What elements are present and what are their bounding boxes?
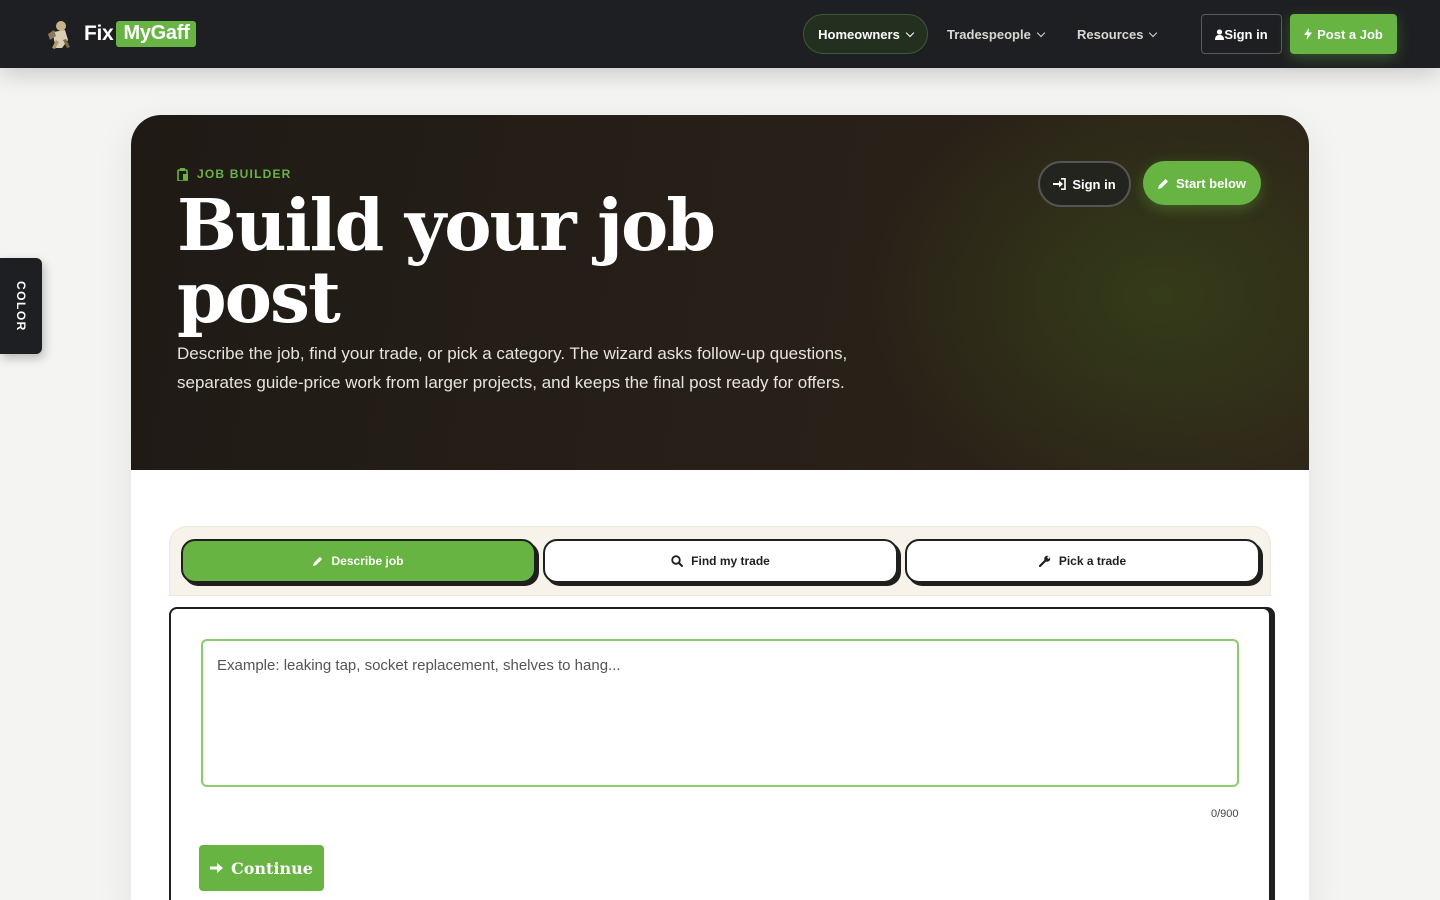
brand-name-prefix: Fix	[84, 22, 114, 45]
brand-logo[interactable]: Fix MyGaff	[44, 18, 197, 50]
nav-tradespeople-label: Tradespeople	[947, 26, 1031, 42]
chevron-down-icon	[1036, 28, 1046, 37]
color-tab-label: COLOR	[14, 280, 28, 332]
bolt-icon	[1304, 28, 1313, 40]
sign-in-icon	[1053, 178, 1067, 190]
arrow-right-icon	[210, 863, 224, 873]
user-icon	[1215, 28, 1225, 40]
wrench-icon	[1038, 555, 1051, 567]
start-below-button[interactable]: Start below	[1143, 161, 1261, 205]
chevron-down-icon	[1149, 28, 1158, 37]
tab-find-my-trade[interactable]: Find my trade	[543, 539, 898, 583]
brand-name-highlight: MyGaff	[116, 21, 197, 47]
nav-tradespeople[interactable]: Tradespeople	[947, 14, 1046, 54]
tab-pick-a-trade[interactable]: Pick a trade	[905, 539, 1260, 583]
job-builder-card: JOB BUILDER Build your job post Describe…	[131, 115, 1309, 900]
hero-section: JOB BUILDER Build your job post Describe…	[131, 115, 1309, 470]
nav-resources-label: Resources	[1077, 26, 1144, 42]
chevron-down-icon	[905, 28, 915, 37]
continue-button[interactable]: Continue	[199, 845, 324, 891]
color-theme-tab[interactable]: COLOR	[0, 258, 42, 354]
sign-in-button[interactable]: Sign in	[1201, 14, 1282, 54]
start-below-label: Start below	[1175, 175, 1247, 191]
sign-in-label: Sign in	[1224, 26, 1268, 42]
tab-describe-job[interactable]: Describe job	[181, 539, 536, 583]
nav-homeowners[interactable]: Homeowners	[803, 14, 928, 54]
tab-describe-job-label: Describe job	[331, 554, 404, 568]
top-navbar: Fix MyGaff Homeowners Tradespeople Resou…	[0, 0, 1440, 68]
pencil-icon	[313, 556, 323, 566]
nav-homeowners-label: Homeowners	[818, 26, 900, 42]
describe-job-panel: 0/900 Continue	[169, 607, 1271, 900]
job-description-input[interactable]	[201, 639, 1239, 787]
search-icon	[671, 555, 684, 567]
tab-find-my-trade-label: Find my trade	[691, 554, 770, 568]
hero-sign-in-label: Sign in	[1072, 176, 1116, 192]
mode-tabs: Describe job Find my trade Pick a trade	[169, 526, 1271, 596]
clipboard-icon	[177, 167, 188, 181]
page-title: Build your job post	[177, 183, 716, 339]
character-counter: 0/900	[1211, 808, 1239, 820]
post-job-button[interactable]: Post a Job	[1290, 14, 1397, 54]
mascot-logo-icon	[48, 21, 70, 49]
eyebrow-label: JOB BUILDER	[197, 167, 292, 181]
tab-pick-a-trade-label: Pick a trade	[1058, 554, 1127, 568]
hero-description: Describe the job, find your trade, or pi…	[177, 344, 848, 392]
continue-label: Continue	[231, 858, 313, 878]
eyebrow: JOB BUILDER	[177, 167, 292, 181]
pencil-icon	[1157, 178, 1168, 189]
post-job-label: Post a Job	[1317, 26, 1383, 42]
hero-sign-in-button[interactable]: Sign in	[1038, 161, 1131, 207]
nav-resources[interactable]: Resources	[1077, 14, 1158, 54]
